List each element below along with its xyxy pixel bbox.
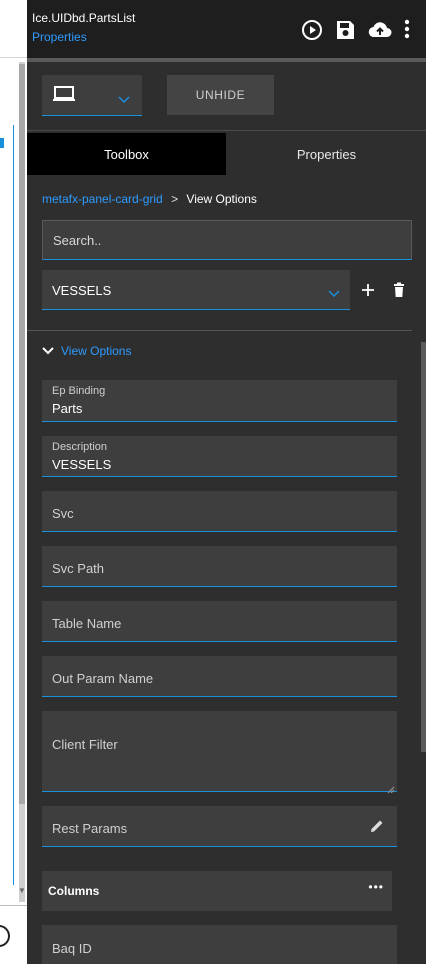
client-filter-textarea[interactable]: Client Filter	[42, 711, 397, 794]
more-vert-icon[interactable]	[399, 18, 415, 42]
breadcrumb-current: View Options	[186, 192, 257, 206]
chevron-down-icon	[42, 342, 54, 360]
chevron-down-icon	[118, 91, 130, 109]
more-horiz-icon[interactable]: •••	[368, 880, 384, 894]
baq-id-field[interactable]: Baq ID	[42, 925, 397, 964]
background-toggle[interactable]	[0, 925, 10, 947]
background-page: ▼	[0, 0, 27, 964]
background-selection-outline	[13, 125, 14, 885]
columns-label: Columns	[48, 884, 100, 898]
description-field[interactable]: Description VESSELS	[42, 436, 397, 477]
background-scrollbar-thumb[interactable]	[19, 64, 25, 804]
breadcrumb-separator: >	[171, 192, 179, 206]
field-label: Out Param Name	[52, 671, 154, 686]
view-options-toggle[interactable]: View Options	[42, 342, 131, 360]
breadcrumb-link[interactable]: metafx-panel-card-grid	[42, 192, 163, 206]
table-name-field[interactable]: Table Name	[42, 601, 397, 642]
device-select[interactable]	[42, 75, 142, 116]
section-title: View Options	[61, 344, 132, 358]
field-label: Svc Path	[52, 561, 105, 576]
app-header: Ice.UIDbd.PartsList Properties	[27, 0, 426, 58]
background-selection-marker	[0, 138, 4, 148]
background-page-header	[0, 0, 27, 58]
tab-toolbox[interactable]: Toolbox	[27, 133, 226, 175]
field-label: Baq ID	[52, 941, 92, 956]
field-value: VESSELS	[52, 457, 112, 472]
svc-field[interactable]: Svc	[42, 491, 397, 532]
field-label: Ep Binding	[52, 385, 106, 397]
chevron-down-icon	[328, 285, 340, 303]
component-select-value: VESSELS	[52, 283, 112, 298]
svc-path-field[interactable]: Svc Path	[42, 546, 397, 587]
search-input[interactable]	[43, 221, 411, 259]
scroll-down-arrow-icon[interactable]: ▼	[18, 886, 26, 895]
field-value: Parts	[52, 401, 83, 416]
panel-scrollbar[interactable]	[421, 342, 426, 752]
out-param-name-field[interactable]: Out Param Name	[42, 656, 397, 697]
app-subtitle[interactable]: Properties	[32, 30, 87, 44]
rest-params-field[interactable]: Rest Params	[42, 806, 397, 847]
field-label: Description	[52, 441, 108, 453]
cloud-upload-icon[interactable]	[367, 18, 392, 42]
delete-icon[interactable]	[390, 281, 408, 299]
section-divider	[27, 330, 412, 331]
resize-grip-icon[interactable]	[387, 781, 395, 794]
field-label: Svc	[52, 506, 74, 521]
toolbar-divider	[27, 130, 426, 131]
field-label: Rest Params	[52, 821, 128, 836]
pencil-icon[interactable]	[369, 818, 385, 839]
app-title: Ice.UIDbd.PartsList	[32, 11, 136, 25]
ep-binding-field[interactable]: Ep Binding Parts	[42, 380, 397, 422]
laptop-icon	[52, 85, 76, 108]
search-field[interactable]	[42, 220, 412, 260]
play-circle-icon[interactable]	[300, 18, 324, 42]
field-label: Table Name	[52, 616, 122, 631]
columns-section[interactable]: Columns •••	[42, 871, 392, 911]
save-icon[interactable]	[333, 18, 357, 42]
component-select[interactable]: VESSELS	[42, 270, 350, 310]
background-divider	[0, 905, 27, 906]
breadcrumb: metafx-panel-card-grid > View Options	[42, 192, 257, 206]
designer-panel: UNHIDE Toolbox Properties metafx-panel-c…	[27, 62, 426, 964]
add-icon[interactable]	[359, 281, 377, 299]
tab-properties[interactable]: Properties	[227, 133, 426, 175]
field-label: Client Filter	[52, 737, 118, 752]
unhide-button[interactable]: UNHIDE	[167, 75, 274, 115]
